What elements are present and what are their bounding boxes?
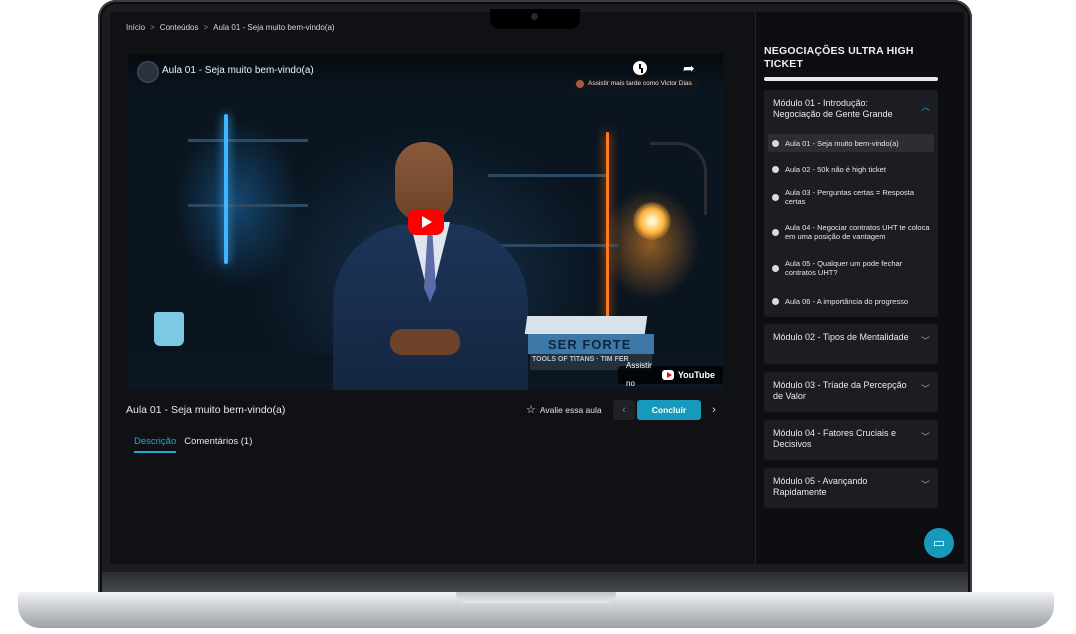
camera-notch bbox=[490, 9, 580, 29]
book-title: SER FORTE bbox=[548, 337, 632, 352]
shelf bbox=[488, 174, 608, 177]
module-title: Módulo 01 - Introdução: Negociação de Ge… bbox=[773, 98, 893, 119]
lesson-item[interactable]: Aula 03 - Perguntas certas = Resposta ce… bbox=[768, 186, 934, 208]
lesson-item[interactable]: Aula 01 - Seja muito bem-vindo(a) bbox=[768, 134, 934, 152]
status-dot-icon bbox=[772, 165, 779, 173]
youtube-logo-icon bbox=[661, 370, 674, 380]
play-button[interactable] bbox=[408, 209, 444, 235]
chevron-right-icon: > bbox=[150, 23, 155, 32]
star-outline-icon: ☆ bbox=[526, 404, 536, 416]
course-progress-fill bbox=[764, 77, 938, 81]
lesson-title: Aula 01 - Seja muito bem-vindo(a) bbox=[126, 404, 286, 416]
module-header[interactable]: Módulo 01 - Introdução: Negociação de Ge… bbox=[764, 90, 938, 120]
shelf bbox=[188, 204, 308, 207]
light-bulb bbox=[633, 202, 671, 240]
lesson-label: Aula 03 - Perguntas certas = Resposta ce… bbox=[785, 188, 915, 206]
watch-on-youtube[interactable]: Assistir no YouTube bbox=[618, 361, 723, 388]
course-title: NEGOCIAÇÕES ULTRA HIGH TICKET bbox=[764, 45, 914, 70]
camera-icon bbox=[531, 13, 538, 20]
book bbox=[524, 316, 648, 334]
chevron-down-icon: ﹀ bbox=[920, 432, 930, 442]
breadcrumb: Início > Conteúdos > Aula 01 - Seja muit… bbox=[126, 23, 335, 32]
breadcrumb-contents[interactable]: Conteúdos bbox=[160, 23, 199, 32]
lesson-item[interactable]: Aula 05 - Qualquer um pode fechar contra… bbox=[768, 257, 934, 279]
clock-icon[interactable] bbox=[633, 61, 647, 75]
book-subtitle: TOOLS OF TITANS · TIM FER bbox=[532, 356, 629, 363]
rate-lesson-button[interactable]: ☆ Avalie essa aula bbox=[526, 403, 602, 416]
laptop-hinge bbox=[102, 572, 968, 592]
chat-bubble-icon[interactable]: ▭ bbox=[924, 528, 954, 558]
video-title[interactable]: Aula 01 - Seja muito bem-vindo(a) bbox=[162, 65, 314, 76]
status-dot-icon bbox=[772, 139, 779, 147]
course-progress-bar bbox=[764, 77, 938, 81]
status-dot-icon bbox=[772, 228, 779, 236]
mug bbox=[154, 312, 184, 346]
tab-comments[interactable]: Comentários (1) bbox=[184, 436, 252, 453]
module-title: Módulo 03 - Tríade da Percepção de Valor bbox=[773, 380, 907, 401]
breadcrumb-current: Aula 01 - Seja muito bem-vindo(a) bbox=[213, 23, 335, 32]
module-03[interactable]: Módulo 03 - Tríade da Percepção de Valor… bbox=[764, 372, 938, 412]
module-header[interactable]: Módulo 02 - Tipos de Mentalidade ﹀ bbox=[764, 324, 938, 346]
lesson-label: Aula 02 - 50k não é high ticket bbox=[785, 164, 886, 174]
channel-avatar[interactable] bbox=[137, 61, 159, 83]
watch-on-label: Assistir no bbox=[626, 361, 652, 388]
lesson-label: Aula 05 - Qualquer um pode fechar contra… bbox=[785, 259, 903, 277]
lesson-item[interactable]: Aula 02 - 50k não é high ticket bbox=[768, 160, 934, 178]
module-header[interactable]: Módulo 05 - Avançando Rapidamente ﹀ bbox=[764, 468, 938, 498]
status-dot-icon bbox=[772, 297, 779, 305]
share-arrow-icon[interactable]: ➦ bbox=[683, 60, 695, 77]
chevron-down-icon: ﹀ bbox=[920, 384, 930, 394]
module-title: Módulo 04 - Fatores Cruciais e Decisivos bbox=[773, 428, 897, 449]
presenter-hands bbox=[390, 329, 460, 355]
module-05[interactable]: Módulo 05 - Avançando Rapidamente ﹀ bbox=[764, 468, 938, 508]
shelf bbox=[188, 139, 308, 142]
youtube-wordmark: YouTube bbox=[677, 370, 715, 380]
rate-lesson-label: Avalie essa aula bbox=[539, 404, 602, 415]
watch-later-toast: Assistir mais tarde como Victor Dias bbox=[572, 78, 698, 90]
tab-description[interactable]: Descrição bbox=[134, 436, 177, 453]
neon-light bbox=[224, 114, 228, 264]
lesson-label: Aula 06 - A importância do progresso bbox=[785, 296, 908, 306]
main-content: Início > Conteúdos > Aula 01 - Seja muit… bbox=[110, 12, 755, 564]
chevron-down-icon: ﹀ bbox=[920, 336, 930, 346]
status-dot-icon bbox=[772, 193, 779, 201]
module-04[interactable]: Módulo 04 - Fatores Cruciais e Decisivos… bbox=[764, 420, 938, 460]
lesson-item[interactable]: Aula 04 - Negociar contratos UHT te colo… bbox=[768, 221, 934, 243]
lesson-label: Aula 01 - Seja muito bem-vindo(a) bbox=[785, 138, 899, 148]
breadcrumb-home[interactable]: Início bbox=[126, 23, 145, 32]
chevron-up-icon: ︿ bbox=[920, 102, 930, 112]
course-sidebar: NEGOCIAÇÕES ULTRA HIGH TICKET Módulo 01 … bbox=[755, 12, 964, 564]
screen: Início > Conteúdos > Aula 01 - Seja muit… bbox=[110, 12, 964, 564]
video-player[interactable]: SER FORTE TOOLS OF TITANS · TIM FER Aula… bbox=[128, 54, 723, 390]
module-header[interactable]: Módulo 03 - Tríade da Percepção de Valor… bbox=[764, 372, 938, 402]
chevron-down-icon: ﹀ bbox=[920, 480, 930, 490]
laptop-groove bbox=[456, 592, 616, 603]
lesson-item[interactable]: Aula 06 - A importância do progresso bbox=[768, 292, 934, 310]
module-title: Módulo 02 - Tipos de Mentalidade bbox=[773, 332, 909, 342]
module-02[interactable]: Módulo 02 - Tipos de Mentalidade ﹀ bbox=[764, 324, 938, 364]
content-tabs: Descrição Comentários (1) bbox=[134, 436, 252, 453]
next-lesson-button[interactable]: › bbox=[705, 400, 723, 420]
neon-light bbox=[606, 132, 609, 322]
module-header[interactable]: Módulo 04 - Fatores Cruciais e Decisivos… bbox=[764, 420, 938, 450]
complete-button[interactable]: Concluir bbox=[637, 400, 701, 420]
chevron-right-icon: > bbox=[203, 23, 209, 32]
status-dot-icon bbox=[772, 264, 779, 272]
lesson-label: Aula 04 - Negociar contratos UHT te colo… bbox=[785, 223, 930, 241]
module-title: Módulo 05 - Avançando Rapidamente bbox=[773, 476, 868, 497]
previous-lesson-button[interactable]: ‹ bbox=[613, 400, 635, 420]
module-01: Módulo 01 - Introdução: Negociação de Ge… bbox=[764, 90, 938, 317]
